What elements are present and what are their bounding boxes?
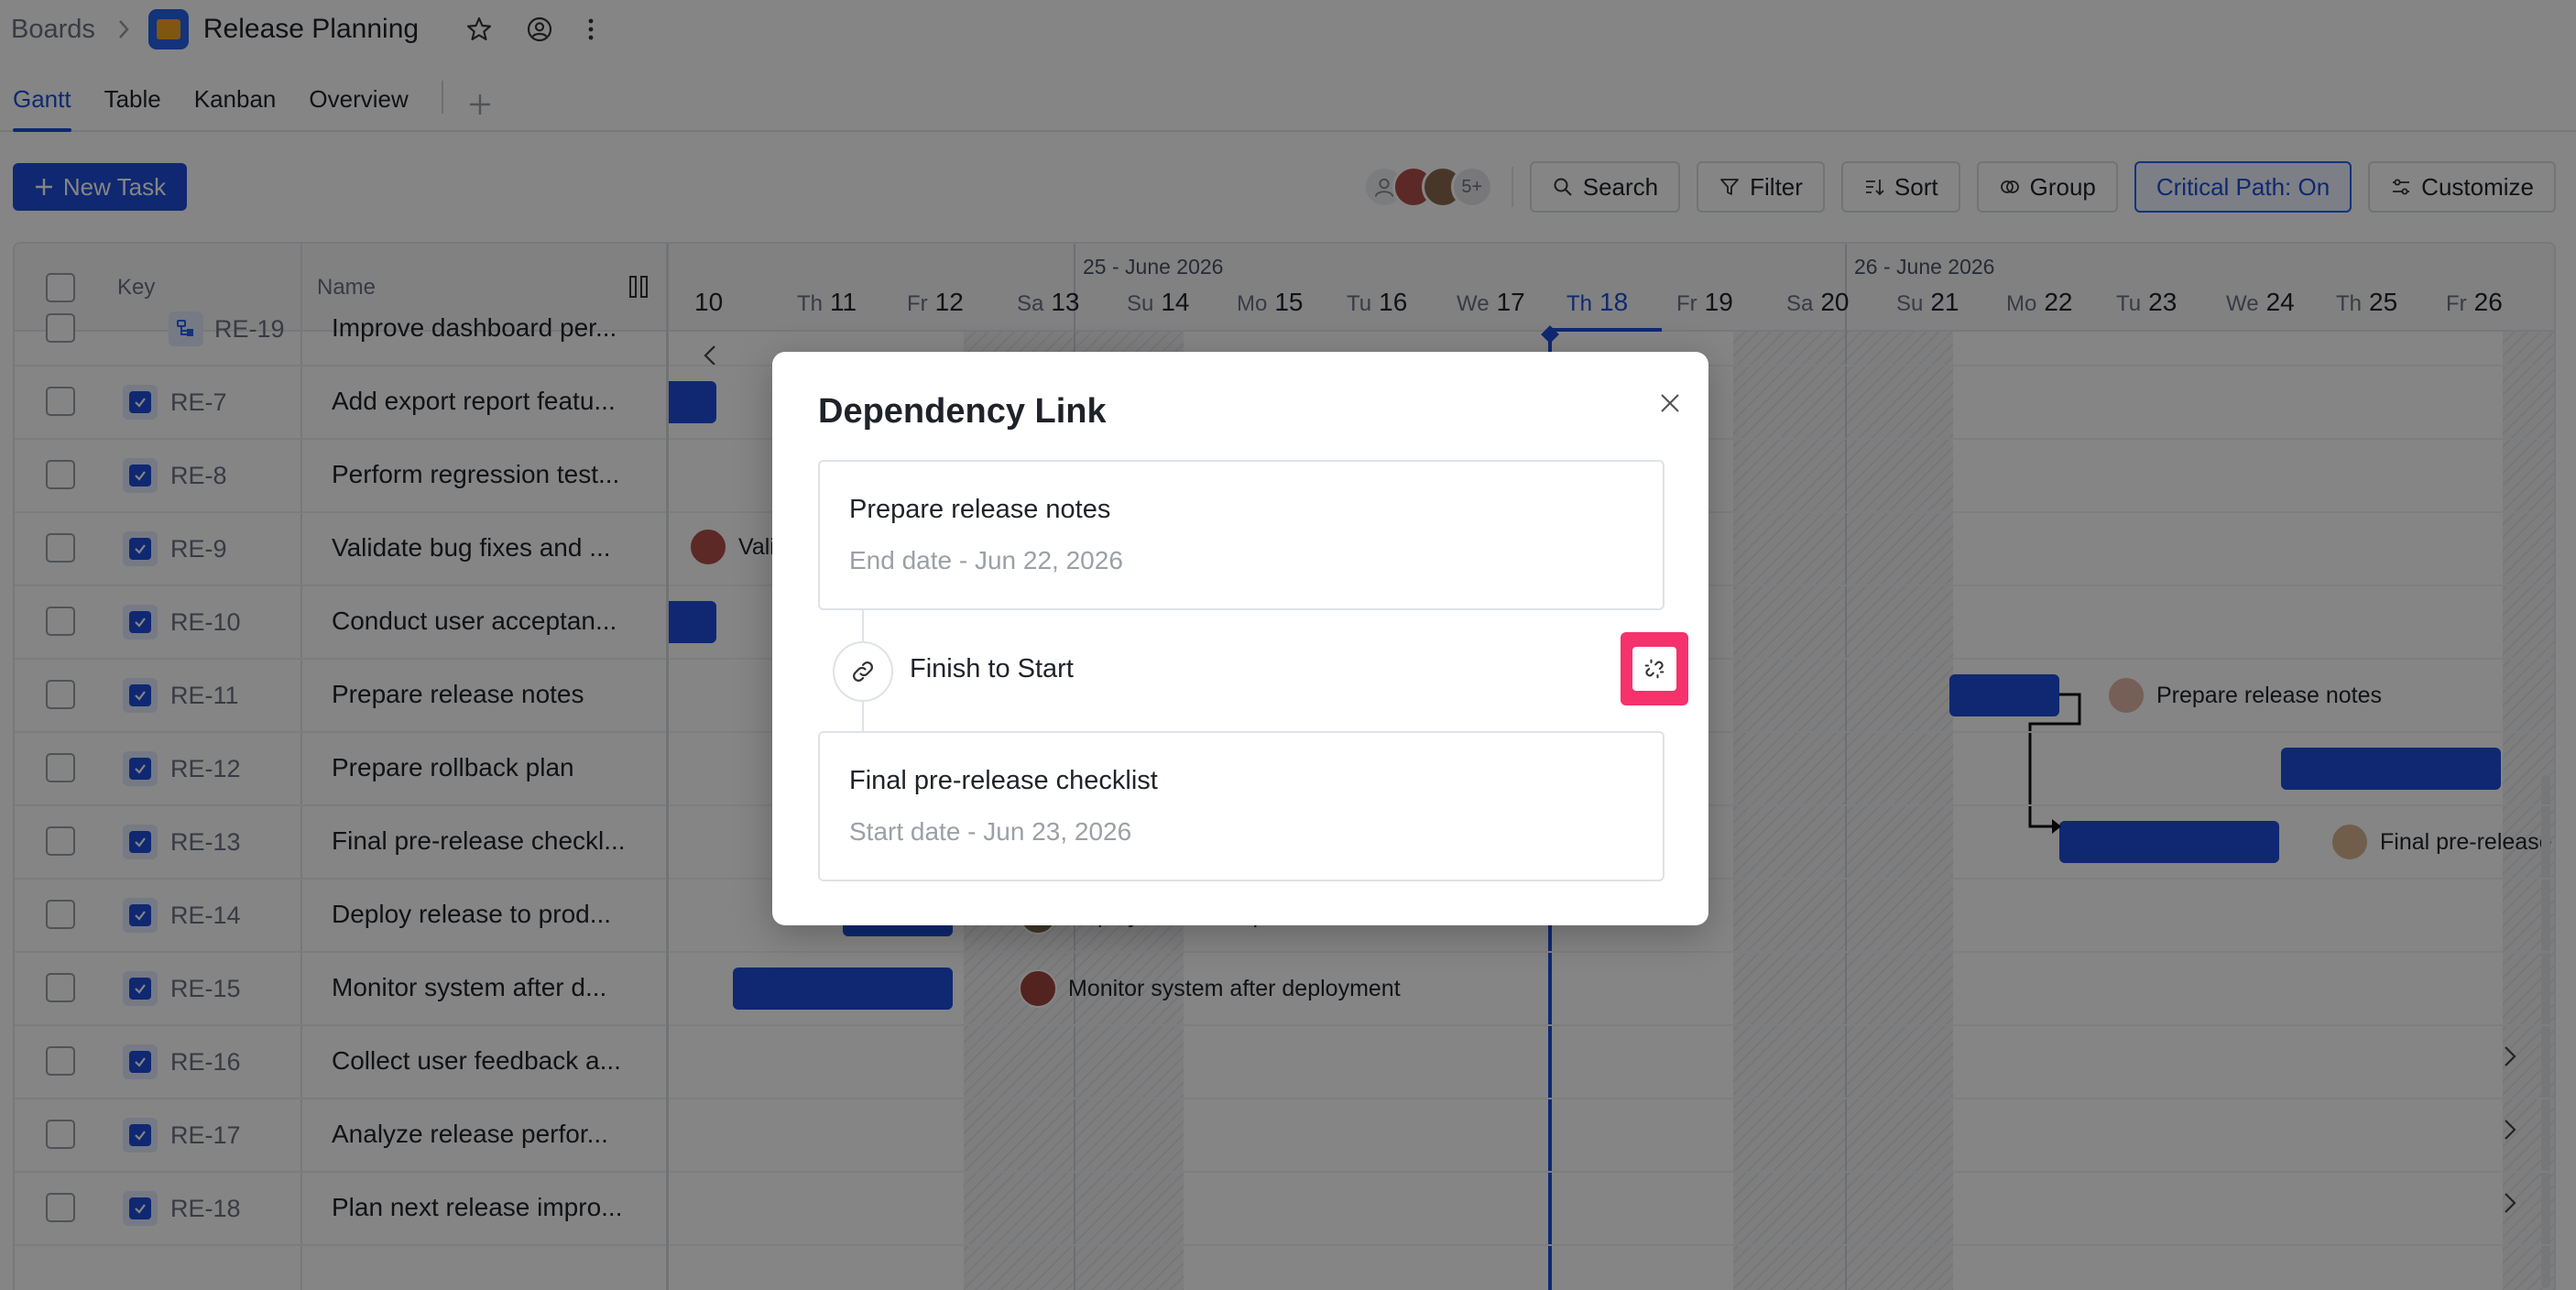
target-task-date: Start date - Jun 23, 2026: [849, 817, 1132, 846]
unlink-icon: [1632, 647, 1676, 691]
target-task-name: Final pre-release checklist: [849, 766, 1158, 795]
unlink-button[interactable]: [1621, 632, 1688, 705]
close-button[interactable]: [1650, 383, 1690, 423]
source-task-date: End date - Jun 22, 2026: [849, 546, 1123, 574]
link-type-label: Finish to Start: [910, 654, 1074, 683]
source-task-card[interactable]: Prepare release notes End date - Jun 22,…: [818, 460, 1665, 610]
dialog-title: Dependency Link: [818, 392, 1107, 431]
link-icon: [833, 641, 893, 702]
close-icon: [1658, 391, 1682, 415]
connector-line: [862, 700, 864, 731]
dependency-link-dialog: Dependency Link Prepare release notes En…: [772, 352, 1708, 925]
connector-line: [862, 610, 864, 641]
source-task-name: Prepare release notes: [849, 495, 1111, 524]
dependency-link-row: Finish to Start: [818, 610, 1688, 731]
target-task-card[interactable]: Final pre-release checklist Start date -…: [818, 731, 1665, 881]
